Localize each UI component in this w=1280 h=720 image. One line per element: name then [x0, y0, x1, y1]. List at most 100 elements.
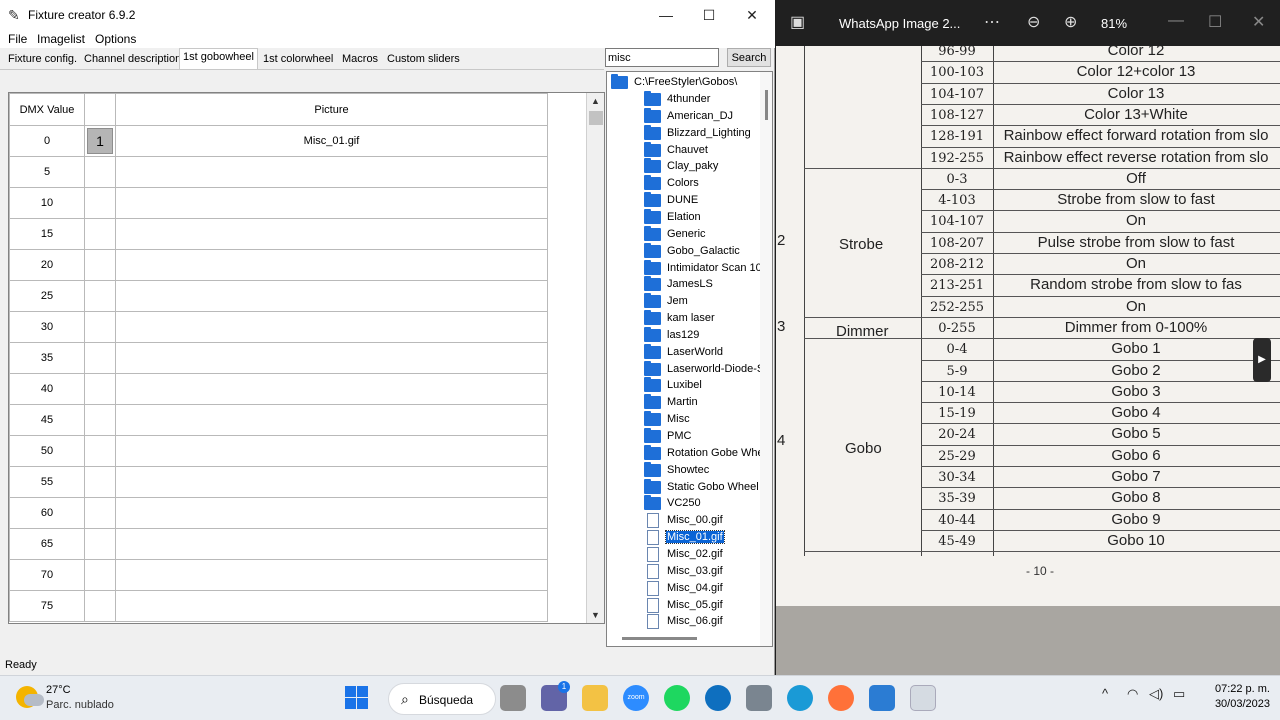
tree-folder-item[interactable]: American_DJ [644, 107, 772, 125]
close-icon[interactable]: ✕ [729, 0, 775, 30]
picture-cell[interactable] [115, 156, 548, 188]
slot-cell[interactable]: 1 [84, 125, 116, 157]
tree-folder-item[interactable]: Chauvet [644, 141, 772, 159]
tree-file-item[interactable]: Misc_01.gif [644, 529, 772, 546]
tab-macros[interactable]: Macros [339, 51, 381, 67]
slot-cell[interactable] [84, 373, 116, 405]
title-bar[interactable]: ✎ Fixture creator 6.9.2 — ☐ ✕ [0, 0, 775, 30]
table-row[interactable]: 30 [9, 311, 548, 343]
tree-folder-item[interactable]: VC250 [644, 495, 772, 512]
table-row[interactable]: 65 [9, 528, 548, 560]
dmx-value-cell[interactable]: 40 [9, 373, 85, 405]
table-row[interactable]: 55 [9, 466, 548, 498]
dmx-value-cell[interactable]: 50 [9, 435, 85, 467]
tree-folder-item[interactable]: kam laser [644, 310, 772, 327]
tree-folder-item[interactable]: Misc [644, 411, 772, 428]
tree-scrollbar[interactable] [760, 72, 772, 646]
tree-folder-item[interactable]: Rotation Gobe Whee [644, 444, 772, 462]
slot-cell[interactable] [84, 311, 116, 343]
zoom-out-icon[interactable]: ⊖ [1027, 12, 1040, 32]
tree-folder-item[interactable]: Martin [644, 394, 772, 411]
picture-cell[interactable]: Misc_01.gif [115, 125, 548, 157]
dmx-value-cell[interactable]: 30 [9, 311, 85, 343]
tree-folder-item[interactable]: Jem [644, 293, 772, 310]
tree-folder-item[interactable]: DUNE [644, 192, 772, 209]
table-row[interactable]: 50 [9, 435, 548, 467]
app-icon[interactable] [746, 685, 772, 711]
tree-file-item[interactable]: Misc_04.gif [644, 580, 772, 597]
dmx-value-cell[interactable]: 60 [9, 497, 85, 529]
teams-chat-icon[interactable]: 1 [541, 681, 570, 711]
picture-cell[interactable] [115, 342, 548, 374]
close-icon[interactable]: ✕ [1252, 12, 1265, 32]
tree-horizontal-scrollbar[interactable] [622, 637, 697, 640]
dmx-value-cell[interactable]: 70 [9, 559, 85, 591]
slot-cell[interactable] [84, 404, 116, 436]
dmx-value-cell[interactable]: 5 [9, 156, 85, 188]
file-explorer-icon[interactable] [582, 685, 608, 711]
dmx-value-cell[interactable]: 75 [9, 590, 85, 622]
slot-cell[interactable] [84, 280, 116, 312]
dmx-value-cell[interactable]: 45 [9, 404, 85, 436]
tree-folder-item[interactable]: Luxibel [644, 377, 772, 394]
tree-file-item[interactable]: Misc_05.gif [644, 597, 772, 614]
minimize-icon[interactable]: — [1168, 12, 1184, 30]
picture-cell[interactable] [115, 466, 548, 498]
table-row[interactable]: 75 [9, 590, 548, 622]
tree-folder-item[interactable]: Intimidator Scan 100 [644, 259, 772, 277]
table-row[interactable]: 20 [9, 249, 548, 281]
dmx-value-cell[interactable]: 35 [9, 342, 85, 374]
firefox-icon[interactable] [828, 685, 854, 711]
slot-cell[interactable] [84, 528, 116, 560]
tree-folder-item[interactable]: las129 [644, 326, 772, 344]
slot-cell[interactable] [84, 342, 116, 374]
table-row[interactable]: 5 [9, 156, 548, 188]
column-header-slot[interactable] [84, 93, 116, 126]
tab-channel-description[interactable]: Channel description [81, 51, 184, 67]
tree-file-item[interactable]: Misc_06.gif [644, 613, 772, 630]
tab-fixture-config[interactable]: Fixture config. [5, 51, 80, 67]
edge-browser-icon[interactable] [787, 685, 813, 711]
picture-cell[interactable] [115, 311, 548, 343]
column-header-dmx[interactable]: DMX Value [9, 93, 85, 126]
taskbar-search[interactable]: ⌕ Búsqueda [388, 683, 496, 715]
battery-icon[interactable]: ▭ [1173, 686, 1185, 702]
dmx-value-cell[interactable]: 55 [9, 466, 85, 498]
search-button[interactable]: Search [727, 48, 771, 67]
tab-1st-colorwheel[interactable]: 1st colorwheel [260, 51, 336, 67]
fixture-creator-taskbar-icon[interactable] [910, 685, 936, 711]
dmx-value-cell[interactable]: 65 [9, 528, 85, 560]
next-image-button[interactable]: ▶ [1253, 338, 1271, 382]
tab-1st-gobowheel[interactable]: 1st gobowheel [179, 48, 258, 70]
clock[interactable]: 07:22 p. m. 30/03/2023 [1196, 682, 1270, 712]
menu-imagelist[interactable]: Imagelist [37, 32, 85, 46]
scroll-up-icon[interactable]: ▲ [591, 96, 600, 106]
picture-cell[interactable] [115, 497, 548, 529]
picture-cell[interactable] [115, 559, 548, 591]
gallery-icon[interactable]: ▣ [790, 12, 805, 32]
column-header-picture[interactable]: Picture [115, 93, 548, 126]
tree-file-item[interactable]: Misc_00.gif [644, 512, 772, 529]
dmx-value-cell[interactable]: 15 [9, 218, 85, 250]
slot-cell[interactable] [84, 156, 116, 188]
tree-scroll-thumb[interactable] [765, 90, 768, 120]
grid-scrollbar[interactable]: ▲ ▼ [586, 93, 604, 623]
tree-root[interactable]: C:\FreeStyler\Gobos\ [611, 74, 761, 91]
tree-file-item[interactable]: Misc_03.gif [644, 563, 772, 580]
show-hidden-icons-icon[interactable]: ^ [1102, 686, 1108, 701]
dmx-value-cell[interactable]: 20 [9, 249, 85, 281]
table-row[interactable]: 70 [9, 559, 548, 591]
table-row[interactable]: 60 [9, 497, 548, 529]
slot-cell[interactable] [84, 435, 116, 467]
slot-cell[interactable] [84, 218, 116, 250]
slot-cell[interactable] [84, 187, 116, 219]
slot-cell[interactable] [84, 466, 116, 498]
tree-folder-item[interactable]: Blizzard_Lighting [644, 124, 772, 142]
tree-file-item[interactable]: Misc_02.gif [644, 546, 772, 563]
dmx-value-cell[interactable]: 0 [9, 125, 85, 157]
maximize-icon[interactable]: ☐ [1208, 12, 1222, 32]
dmx-value-cell[interactable]: 25 [9, 280, 85, 312]
picture-cell[interactable] [115, 528, 548, 560]
windows-start-icon[interactable] [344, 685, 370, 711]
tree-folder-item[interactable]: Generic [644, 225, 772, 243]
